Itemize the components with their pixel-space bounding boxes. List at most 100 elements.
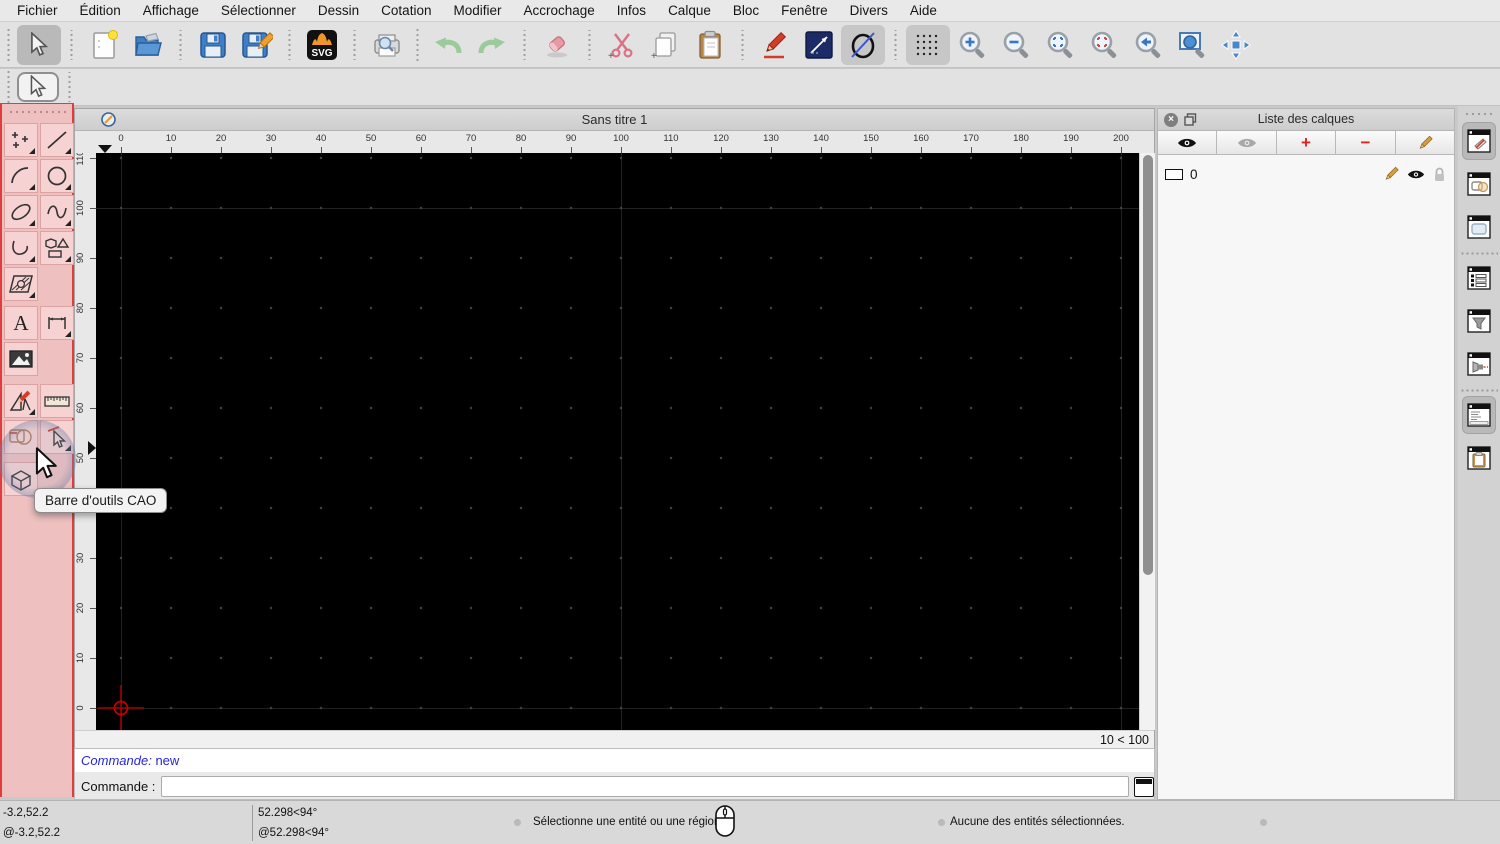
print-preview-button[interactable] (365, 25, 409, 65)
h-ruler-label: 40 (315, 133, 327, 144)
image-tool-button[interactable] (4, 342, 38, 376)
menu-item-selectionner[interactable]: Sélectionner (210, 0, 307, 22)
arc-tool-button[interactable] (4, 159, 38, 193)
layer-lock-icon[interactable] (1433, 167, 1446, 182)
grid-status: 10 < 100 (1099, 733, 1149, 747)
library-browser-panel-button[interactable] (1462, 208, 1496, 246)
selection-pointer-button-2[interactable] (17, 72, 59, 102)
redo-button[interactable] (470, 25, 514, 65)
layer-edit-pencil-icon[interactable] (1383, 166, 1399, 182)
svg-export-button[interactable]: SVG (300, 25, 344, 65)
line-attributes-button[interactable] (797, 25, 841, 65)
save-as-button[interactable] (235, 25, 279, 65)
line-tool-button[interactable] (40, 123, 74, 157)
save-button[interactable] (191, 25, 235, 65)
block-list-panel-button[interactable] (1462, 165, 1496, 203)
draw-modify-tool-button[interactable] (4, 384, 38, 418)
menu-item-fichier[interactable]: Fichier (6, 0, 69, 22)
layer-visibility-eye-icon[interactable] (1407, 169, 1425, 180)
v-ruler-label: 70 (75, 352, 86, 364)
layer-list-panel-button[interactable] (1462, 122, 1496, 160)
toolbar-drag-handle[interactable] (416, 27, 419, 62)
open-file-button[interactable] (126, 25, 170, 65)
flyout-indicator (65, 331, 71, 337)
block-list-panel-icon (1467, 172, 1491, 196)
circle-tool-button[interactable] (40, 159, 74, 193)
pan-button[interactable] (1214, 25, 1258, 65)
menu-item-fenetre[interactable]: Fenêtre (770, 0, 839, 22)
pen-attributes-button[interactable] (753, 25, 797, 65)
zoom-out-button[interactable] (994, 25, 1038, 65)
selection-pointer-button[interactable] (17, 24, 61, 65)
layer-panel-titlebar[interactable]: × Liste des calques (1158, 109, 1454, 131)
drawing-canvas[interactable] (96, 153, 1139, 730)
text-tool-button[interactable]: A (4, 306, 38, 340)
hide-all-layers-button[interactable] (1217, 131, 1277, 155)
menu-item-infos[interactable]: Infos (606, 0, 657, 22)
vertical-scrollbar-thumb[interactable] (1143, 155, 1153, 575)
remove-layer-button[interactable]: − (1336, 131, 1396, 155)
zoom-window-button[interactable] (1170, 25, 1214, 65)
command-history-value: new (155, 753, 180, 768)
grid-toggle-button[interactable] (906, 24, 950, 65)
menu-item-bloc[interactable]: Bloc (722, 0, 770, 22)
copy-button[interactable]: + (644, 25, 688, 65)
zoom-back-button[interactable] (1126, 25, 1170, 65)
pan-icon (1220, 29, 1252, 61)
command-window-toggle-icon[interactable] (1134, 776, 1154, 797)
toolbar-separator (179, 29, 182, 60)
draft-mode-button[interactable] (841, 24, 885, 65)
absolute-polar-coordinates: 52.298<94° (258, 807, 318, 819)
selection-filter-panel-button[interactable] (1462, 302, 1496, 340)
layer-row[interactable]: 0 (1158, 163, 1454, 185)
menu-item-dessin[interactable]: Dessin (307, 0, 370, 22)
polyline-tool-button[interactable] (4, 231, 38, 265)
undo-button[interactable] (426, 25, 470, 65)
hatch-tool-button[interactable] (4, 267, 38, 301)
point-tool-button[interactable] (4, 123, 38, 157)
vertical-scrollbar[interactable] (1139, 153, 1155, 730)
zoom-in-button[interactable] (950, 25, 994, 65)
measure-tool-button[interactable] (40, 384, 74, 418)
menu-item-calque[interactable]: Calque (657, 0, 722, 22)
cut-button[interactable]: + (600, 25, 644, 65)
clipboard-panel-button[interactable] (1462, 439, 1496, 477)
toolbar-drag-handle[interactable] (8, 110, 68, 114)
right-dock-toolbar (1458, 106, 1500, 800)
menu-item-edition[interactable]: Édition (69, 0, 132, 22)
zoom-previous-button[interactable] (1082, 25, 1126, 65)
ellipse-tool-button[interactable] (4, 195, 38, 229)
command-line-panel-button[interactable] (1462, 396, 1496, 434)
dimension-tool-button[interactable] (40, 306, 74, 340)
zoom-auto-button[interactable] (1038, 25, 1082, 65)
paste-button[interactable] (688, 25, 732, 65)
edit-layer-button[interactable] (1395, 131, 1455, 155)
print-preview-icon (371, 30, 403, 60)
toolbar-drag-handle[interactable] (7, 27, 10, 62)
spline-tool-button[interactable] (40, 195, 74, 229)
menu-item-modifier[interactable]: Modifier (442, 0, 512, 22)
h-ruler-label: 180 (1013, 133, 1029, 144)
menu-item-cotation[interactable]: Cotation (370, 0, 442, 22)
show-all-layers-button[interactable] (1158, 131, 1218, 155)
command-input[interactable] (161, 776, 1130, 797)
add-layer-button[interactable]: + (1276, 131, 1337, 155)
h-ruler-label: 150 (863, 133, 879, 144)
toolbar-drag-handle[interactable] (1464, 112, 1494, 116)
menu-item-affichage[interactable]: Affichage (132, 0, 210, 22)
absolute-coordinates: -3.2,52.2 (3, 807, 49, 819)
menu-item-aide[interactable]: Aide (899, 0, 948, 22)
polygon-tool-button[interactable] (40, 231, 74, 265)
horizontal-ruler: 0 10 20 30 40 50 60 70 80 90 100 110 120 130 140 150 160… (96, 131, 1139, 153)
viewports-panel-button[interactable] (1462, 345, 1496, 383)
erase-button[interactable] (535, 25, 579, 65)
menu-item-accrochage[interactable]: Accrochage (512, 0, 605, 22)
menu-item-divers[interactable]: Divers (839, 0, 899, 22)
new-document-button[interactable] (82, 25, 126, 65)
document-titlebar[interactable]: Sans titre 1 (75, 109, 1154, 131)
toolbar-drag-handle[interactable] (7, 70, 10, 104)
h-ruler-label: 160 (913, 133, 929, 144)
layer-color-swatch[interactable] (1165, 168, 1183, 180)
property-editor-panel-button[interactable] (1462, 259, 1496, 297)
v-ruler-label: 90 (75, 252, 86, 264)
